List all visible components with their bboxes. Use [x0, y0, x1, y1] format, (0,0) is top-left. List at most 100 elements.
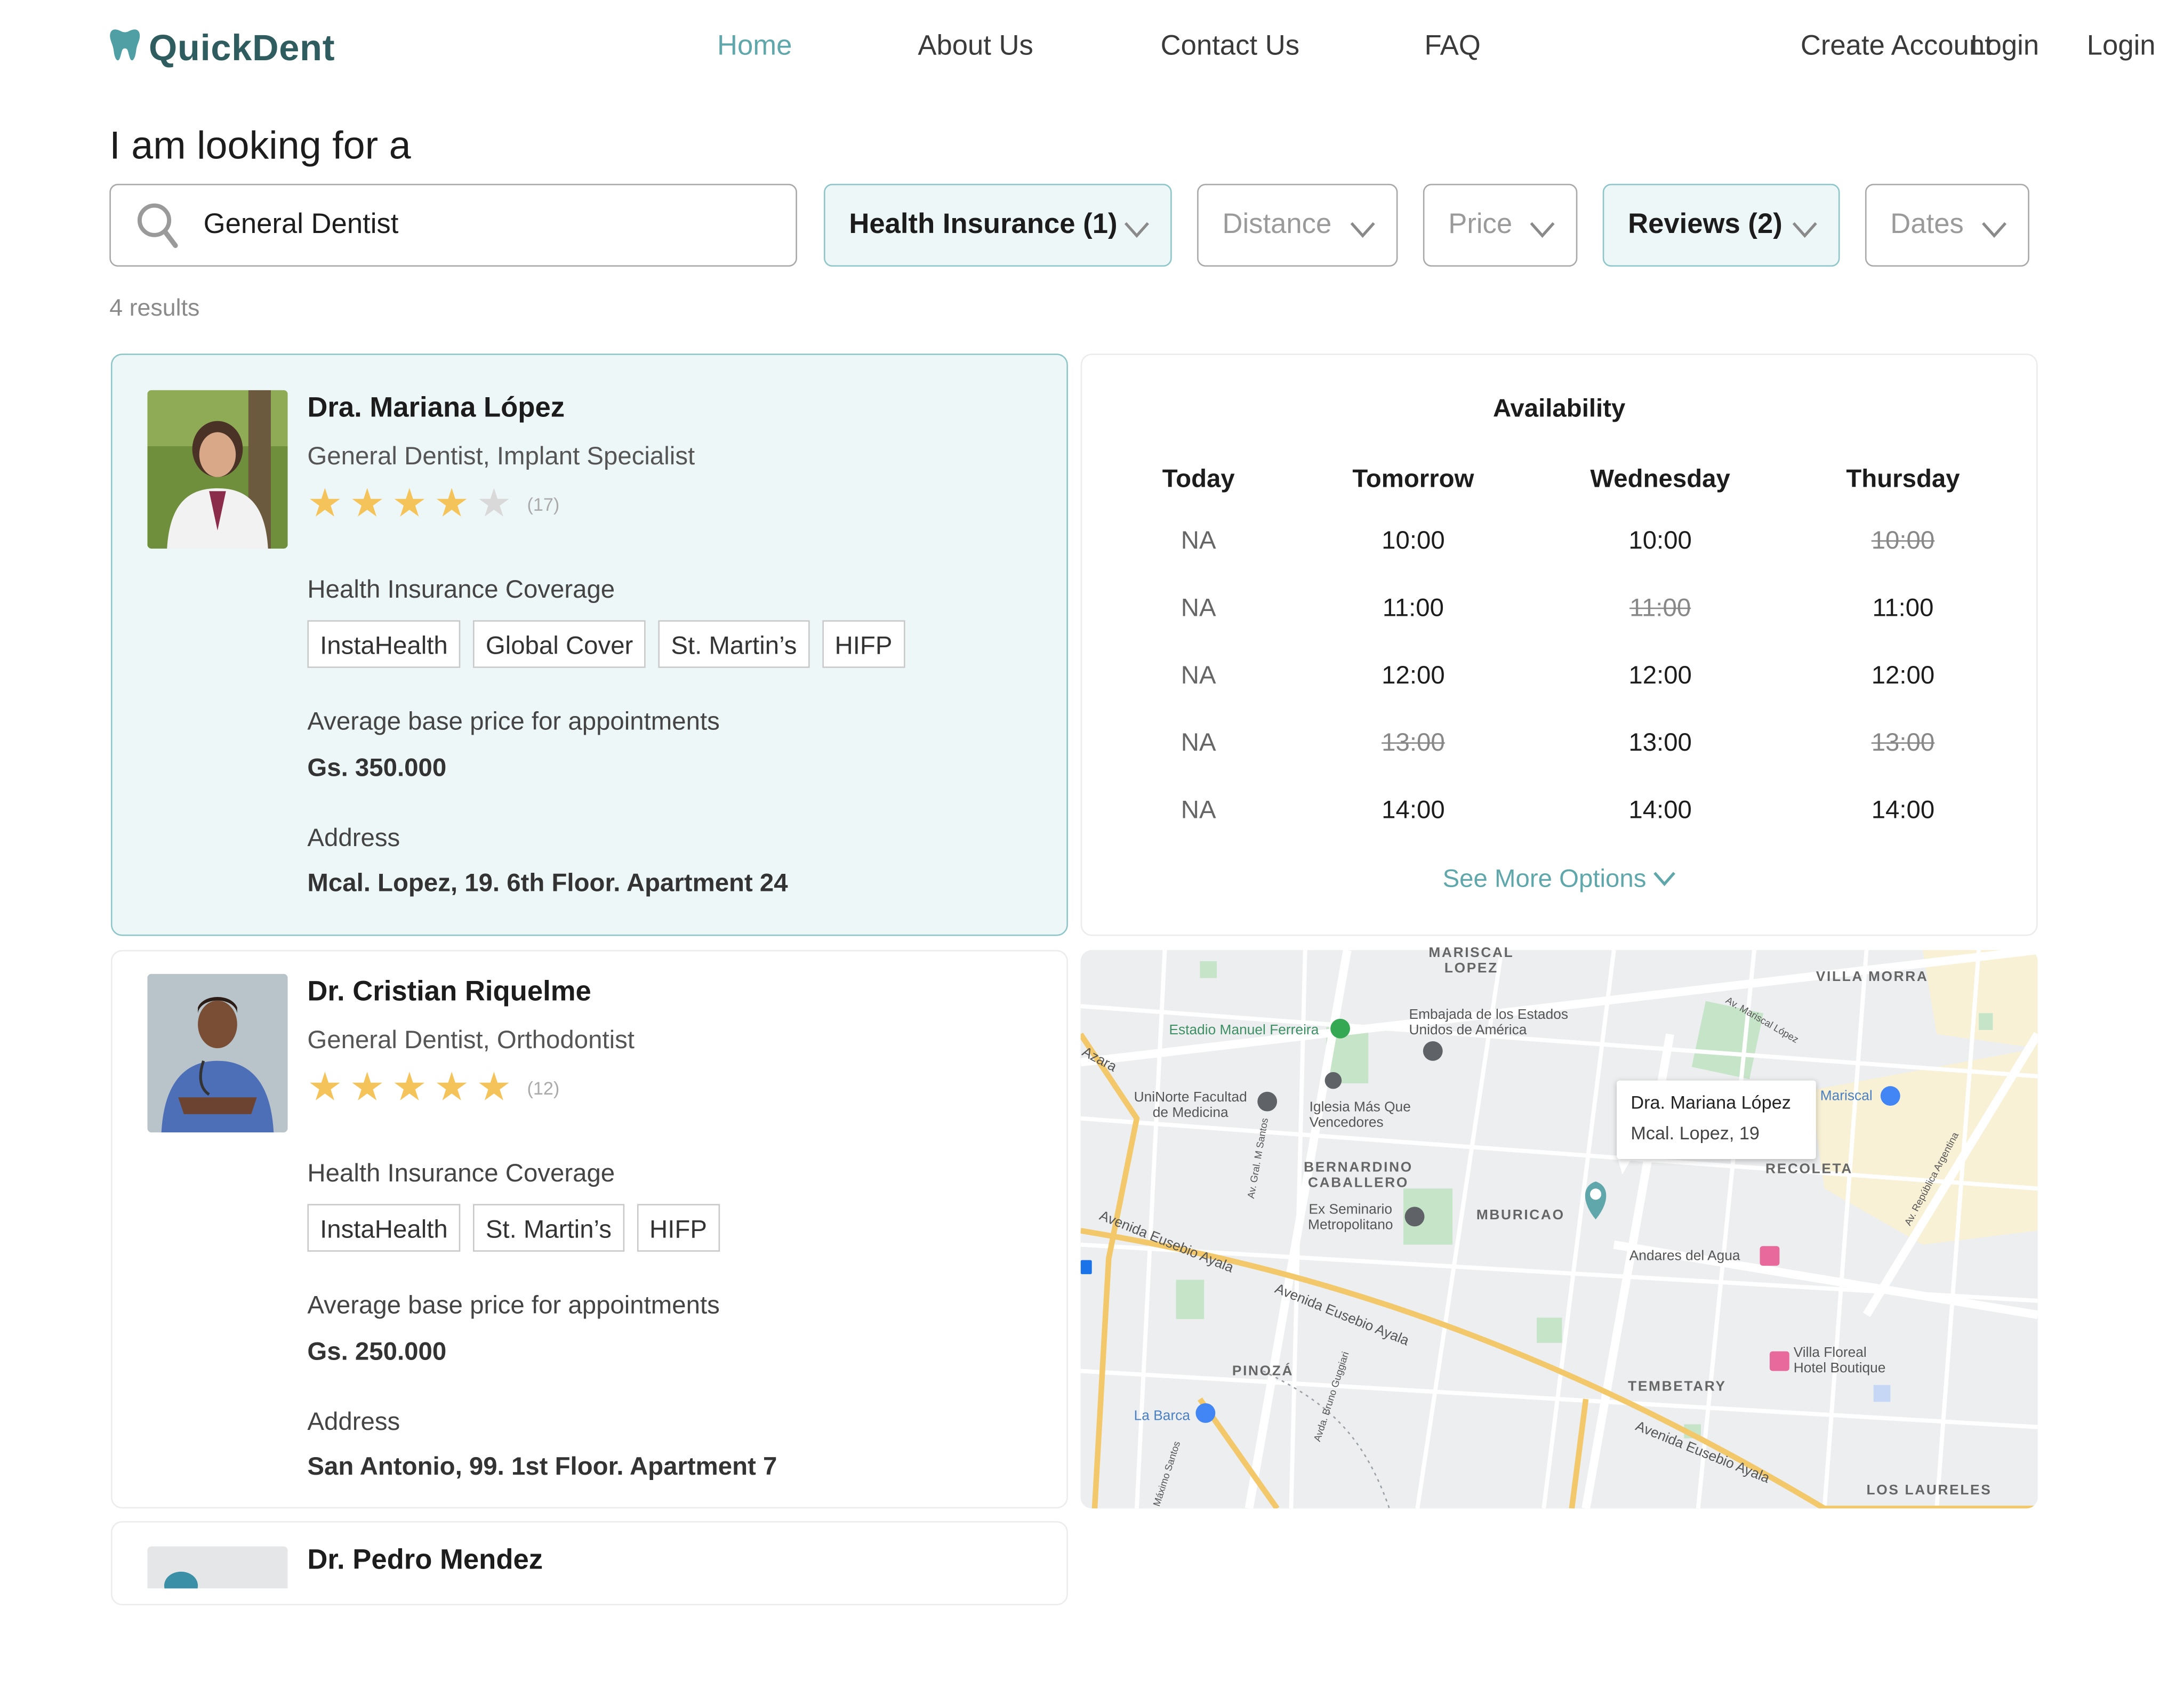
insurance-tag: HIFP	[637, 1204, 720, 1252]
map-label-estadio: Estadio Manuel Ferreira	[1169, 1023, 1319, 1039]
tooth-icon	[109, 28, 140, 69]
search-icon	[136, 202, 178, 257]
map-popup-name: Dra. Mariana López	[1631, 1091, 1791, 1113]
map-label-seminario: Ex Seminario Metropolitano	[1308, 1202, 1393, 1234]
search-headline: I am looking for a	[109, 123, 411, 167]
time-slot[interactable]: 10:00	[1315, 526, 1511, 556]
chevron-down-icon	[1981, 215, 2007, 247]
doctor-card[interactable]: Dr. Cristian Riquelme General Dentist, O…	[110, 950, 1068, 1509]
time-slot-na: NA	[1181, 593, 1216, 622]
address-label: Address	[307, 1407, 400, 1436]
filter-label: Distance	[1222, 209, 1332, 240]
chevron-down-icon	[1792, 215, 1817, 247]
map-label-iglesia: Iglesia Más Que Vencedores	[1309, 1100, 1411, 1131]
login-link[interactable]: Login	[2087, 31, 2156, 63]
day-header: Today	[1162, 464, 1235, 493]
time-slot[interactable]: 11:00	[1805, 593, 2001, 623]
nav-home[interactable]: Home	[717, 31, 792, 63]
address-value: Mcal. Lopez, 19. 6th Floor. Apartment 24	[307, 868, 788, 897]
doctor-photo	[147, 1546, 288, 1704]
insurance-label: Health Insurance Coverage	[307, 575, 615, 604]
star-icon: ★	[476, 1065, 512, 1109]
map-label-villa-floreal: Villa Floreal Hotel Boutique	[1793, 1346, 1886, 1377]
time-slot[interactable]: 14:00	[1315, 795, 1511, 825]
availability-panel: Availability Today Tomorrow Wednesday Th…	[1080, 353, 2038, 936]
nav-about-us[interactable]: About Us	[918, 31, 1033, 63]
map-label-uninorte: UniNorte Facultad de Medicina	[1134, 1090, 1247, 1121]
doctor-specialty: General Dentist, Implant Specialist	[307, 442, 695, 470]
filter-reviews[interactable]: Reviews (2)	[1602, 183, 1840, 267]
insurance-tag: HIFP	[822, 620, 905, 668]
nav-faq[interactable]: FAQ	[1424, 31, 1480, 63]
page: QuickDent Home About Us Contact Us FAQ C…	[0, 0, 2183, 1606]
star-icon: ★	[349, 481, 385, 525]
map-popup[interactable]: Dra. Mariana López Mcal. Lopez, 19	[1617, 1080, 1816, 1160]
time-slot[interactable]: 12:00	[1315, 661, 1511, 690]
filter-dates[interactable]: Dates	[1865, 183, 2029, 267]
time-slot-na: NA	[1181, 795, 1216, 824]
day-header: Thursday	[1846, 464, 1960, 493]
rating-stars: ★ ★ ★ ★ ★ (17)	[307, 484, 559, 524]
time-slot[interactable]: 14:00	[1562, 795, 1758, 825]
filter-distance[interactable]: Distance	[1197, 183, 1398, 267]
insurance-tag: InstaHealth	[307, 620, 461, 668]
time-slot-unavailable: 10:00	[1871, 526, 1935, 554]
map-label-mburicao: MBURICAO	[1476, 1208, 1565, 1224]
login-link-overlap[interactable]: Login	[1970, 31, 2039, 63]
filter-health-insurance[interactable]: Health Insurance (1)	[823, 183, 1172, 267]
doctor-card[interactable]: Dr. Pedro Mendez	[110, 1521, 1068, 1606]
chevron-down-icon	[1350, 215, 1375, 247]
doctor-name[interactable]: Dr. Cristian Riquelme	[307, 977, 591, 1009]
time-slot-unavailable: 13:00	[1871, 728, 1935, 757]
time-slot[interactable]: 10:00	[1562, 526, 1758, 556]
time-slot-unavailable: 13:00	[1382, 728, 1445, 757]
see-more-options-button[interactable]: See More Options	[1082, 864, 2036, 894]
address-value: San Antonio, 99. 1st Floor. Apartment 7	[307, 1452, 777, 1481]
time-slot-na: NA	[1181, 728, 1216, 757]
filter-price[interactable]: Price	[1423, 183, 1578, 267]
search-input[interactable]: General Dentist	[109, 183, 797, 267]
time-slot-unavailable: 11:00	[1629, 593, 1691, 622]
map-label-mariscal-lopez: MARISCAL LOPEZ	[1428, 945, 1514, 977]
doctor-photo	[147, 974, 288, 1133]
doctor-specialty: General Dentist, Orthodontist	[307, 1025, 635, 1054]
logo-text: QuickDent	[148, 27, 335, 69]
star-icon: ★	[391, 481, 427, 525]
see-more-label: See More Options	[1442, 864, 1647, 892]
map-label-mariscal: Mariscal	[1820, 1089, 1873, 1105]
filter-label: Dates	[1890, 209, 1964, 240]
price-value: Gs. 350.000	[307, 753, 447, 782]
map-label-la-barca: La Barca	[1134, 1409, 1191, 1425]
map-label-embajada: Embajada de los Estados Unidos de Améric…	[1409, 1007, 1569, 1039]
insurance-tags: InstaHealth St. Martin’s HIFP	[307, 1204, 720, 1252]
availability-title: Availability	[1492, 394, 1626, 423]
insurance-tags: InstaHealth Global Cover St. Martin’s HI…	[307, 620, 905, 668]
create-account-link[interactable]: Create Account	[1801, 31, 1993, 63]
nav-contact-us[interactable]: Contact Us	[1161, 31, 1299, 63]
insurance-tag: Global Cover	[473, 620, 646, 668]
address-label: Address	[307, 823, 400, 852]
time-slot[interactable]: 11:00	[1315, 593, 1511, 623]
star-icon: ★	[434, 481, 470, 525]
map-label-andares: Andares del Agua	[1629, 1249, 1740, 1265]
doctor-name[interactable]: Dra. Mariana López	[307, 393, 565, 425]
doctor-photo	[147, 390, 288, 549]
star-icon: ★	[307, 1065, 343, 1109]
review-count: (17)	[527, 493, 560, 514]
time-slot[interactable]: 13:00	[1562, 728, 1758, 758]
doctor-card[interactable]: Dra. Mariana López General Dentist, Impl…	[110, 353, 1068, 936]
star-icon: ★	[349, 1065, 385, 1109]
time-slot-na: NA	[1181, 526, 1216, 554]
day-header: Wednesday	[1590, 464, 1730, 493]
doctor-name[interactable]: Dr. Pedro Mendez	[307, 1545, 543, 1578]
map-popup-address: Mcal. Lopez, 19	[1631, 1122, 1760, 1144]
filter-label: Reviews (2)	[1628, 209, 1782, 240]
star-icon: ★	[434, 1065, 470, 1109]
insurance-label: Health Insurance Coverage	[307, 1159, 615, 1187]
time-slot[interactable]: 12:00	[1562, 661, 1758, 690]
time-slot[interactable]: 14:00	[1805, 795, 2001, 825]
map-label-pinoza: PINOZÁ	[1232, 1364, 1294, 1380]
time-slot[interactable]: 12:00	[1805, 661, 2001, 690]
logo[interactable]: QuickDent	[109, 27, 335, 70]
star-icon: ★	[391, 1065, 427, 1109]
